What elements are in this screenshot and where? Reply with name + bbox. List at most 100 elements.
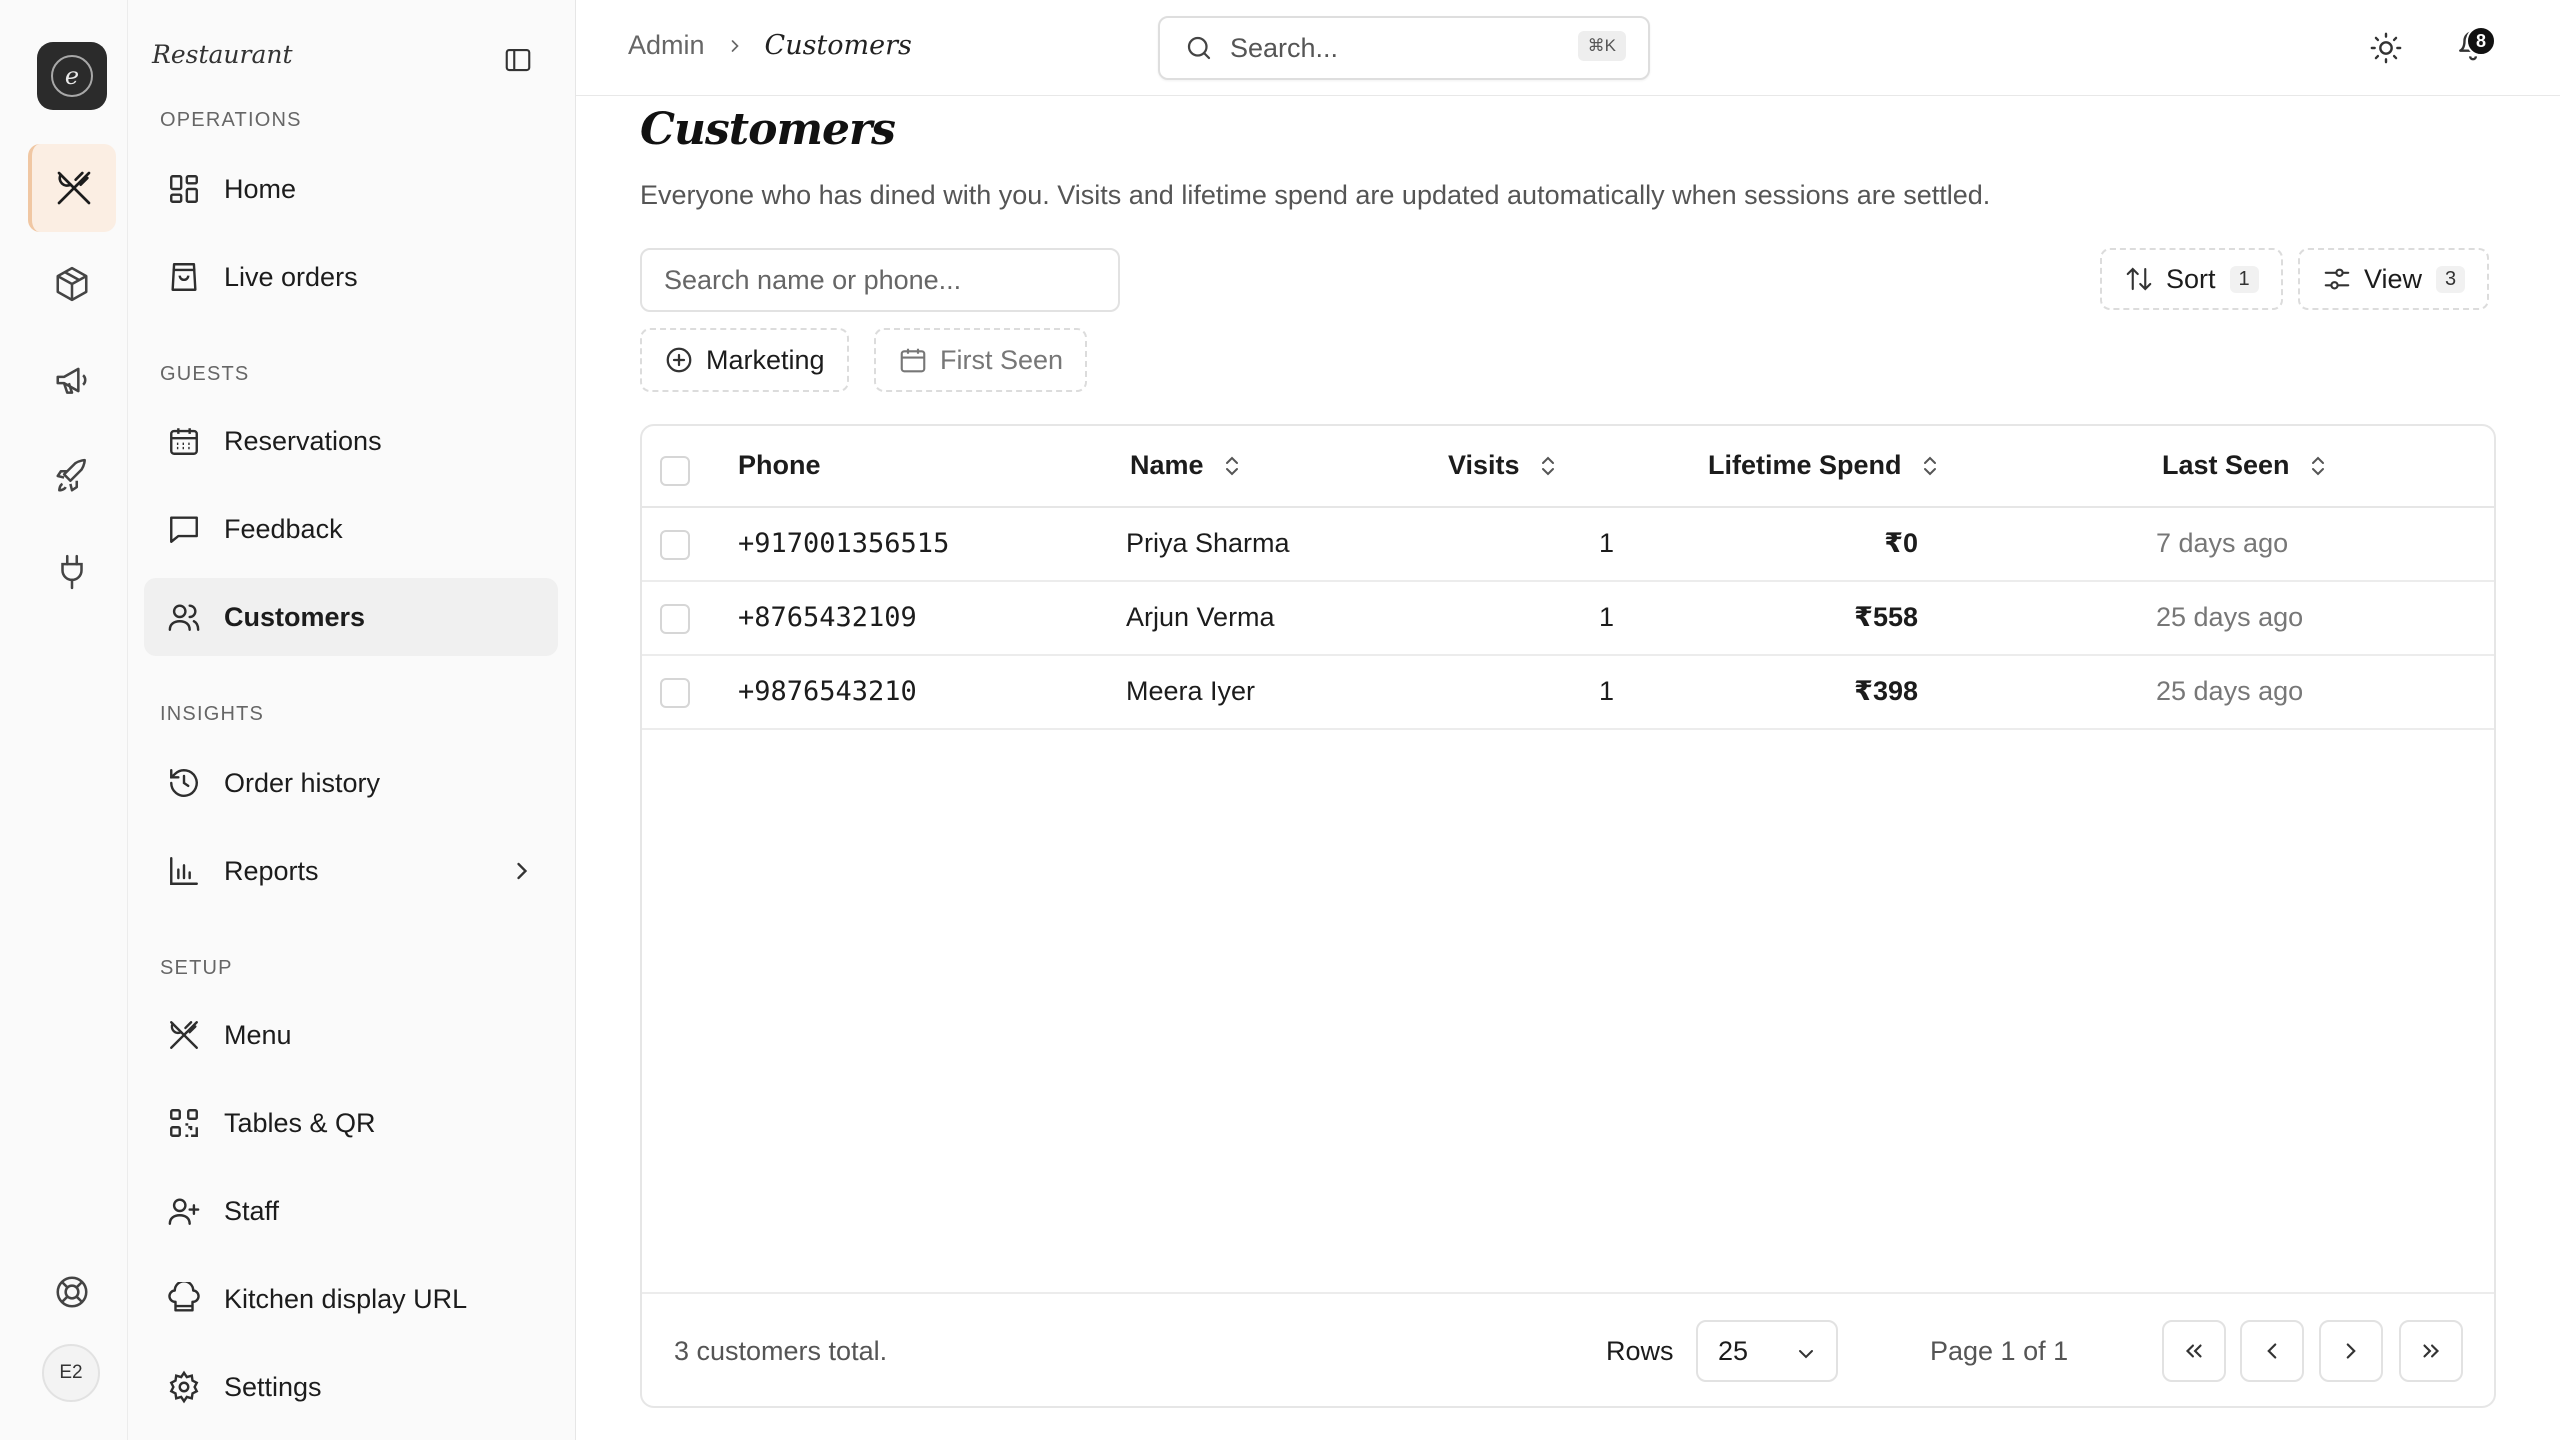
row-checkbox[interactable] [660,678,690,708]
name-cell: Priya Sharma [1126,528,1290,558]
search-icon [1184,33,1214,63]
sidebar-item-reports[interactable]: Reports [144,832,558,910]
sidebar-item-label: Staff [224,1195,280,1226]
rail-help-button[interactable] [28,1248,116,1336]
rows-per-page-select[interactable]: 25 [1696,1320,1838,1382]
first-seen-filter-chip[interactable]: First Seen [874,328,1088,392]
chevron-right-icon [2338,1338,2364,1364]
sidebar-item-menu[interactable]: Menu [144,996,558,1074]
column-header-name[interactable]: Name [1130,450,1244,481]
chevron-down-icon [1794,1342,1818,1366]
keyboard-shortcut-badge: ⌘K [1577,31,1626,61]
select-all-checkbox[interactable] [660,456,690,486]
sidebar-item-label: Menu [224,1019,292,1050]
breadcrumb-current: Customers [764,30,912,61]
utensils-crossed-icon [166,1017,202,1053]
last-page-button[interactable] [2399,1320,2463,1382]
section-guests: GUESTS [160,363,250,385]
customers-table: Phone Name Visits Lifetime Spend Last Se… [640,424,2496,1408]
last-seen-cell: 25 days ago [2156,676,2304,706]
view-label: View [2364,263,2423,294]
sort-count-badge: 1 [2229,265,2259,293]
lifetime-spend-cell: ₹398 [1854,676,1918,706]
section-setup: SETUP [160,957,233,979]
rail-megaphone-button[interactable] [28,336,116,424]
theme-toggle-button[interactable] [2366,28,2406,68]
phone-cell: +9876543210 [738,676,917,707]
rail-box-button[interactable] [28,240,116,328]
customer-search-input[interactable]: Search name or phone... [640,248,1120,312]
sidebar-toggle-button[interactable] [500,42,536,78]
sort-button[interactable]: Sort 1 [2100,248,2283,310]
rows-per-page-label: Rows [1606,1336,1674,1366]
global-search-input[interactable]: Search... ⌘K [1158,16,1650,80]
calendar-icon [898,345,928,375]
view-button[interactable]: View 3 [2298,248,2490,310]
page-description: Everyone who has dined with you. Visits … [640,180,1991,210]
sidebar-item-reservations[interactable]: Reservations [144,402,558,480]
sidebar-item-label: Tables & QR [224,1107,376,1138]
logo-mark: e [51,55,93,97]
chevrons-up-down-icon [1220,454,1244,478]
marketing-filter-label: Marketing [706,344,825,375]
sidebar-item-home[interactable]: Home [144,150,558,228]
column-header-lifetime-spend[interactable]: Lifetime Spend [1708,450,1942,481]
column-header-last-seen[interactable]: Last Seen [2162,450,2330,481]
sidebar-item-feedback[interactable]: Feedback [144,490,558,568]
sidebar-item-label: Settings [224,1371,322,1402]
user-plus-icon [166,1193,202,1229]
sidebar-item-label: Reservations [224,425,382,456]
sidebar-item-staff[interactable]: Staff [144,1172,558,1250]
first-page-button[interactable] [2162,1320,2226,1382]
visits-cell: 1 [1598,528,1614,558]
app-logo[interactable]: e [37,42,107,110]
sliders-icon [2322,264,2352,294]
sidebar-item-kitchen-display[interactable]: Kitchen display URL [144,1260,558,1338]
lifetime-spend-cell: ₹558 [1854,602,1918,632]
breadcrumb: Admin Customers [628,30,912,61]
chevron-left-icon [2259,1338,2285,1364]
next-page-button[interactable] [2319,1320,2383,1382]
last-seen-cell: 25 days ago [2156,602,2304,632]
top-bar: Admin Customers Search... ⌘K 8 [576,0,2560,96]
sidebar-item-label: Customers [224,601,366,632]
previous-page-button[interactable] [2240,1320,2304,1382]
phone-cell: +917001356515 [738,528,950,559]
table-row[interactable]: +8765432109 Arjun Verma 1 ₹558 25 days a… [642,582,2494,656]
table-row[interactable]: +917001356515 Priya Sharma 1 ₹0 7 days a… [642,508,2494,582]
rail-utensils-button[interactable] [28,144,116,232]
column-header-visits[interactable]: Visits [1448,450,1560,481]
breadcrumb-root-link[interactable]: Admin [628,30,705,61]
app-rail: e E2 [0,0,128,1440]
sidebar-item-label: Live orders [224,261,358,292]
rail-plug-button[interactable] [28,528,116,616]
chevrons-right-icon [2418,1338,2444,1364]
sidebar-item-order-history[interactable]: Order history [144,744,558,822]
column-header-label: Last Seen [2162,450,2290,480]
sidebar-item-label: Reports [224,855,319,886]
sidebar-item-tables-qr[interactable]: Tables & QR [144,1084,558,1162]
shopping-bag-icon [166,259,202,295]
sidebar-item-customers[interactable]: Customers [144,578,558,656]
name-cell: Meera Iyer [1126,676,1256,706]
table-row[interactable]: +9876543210 Meera Iyer 1 ₹398 25 days ag… [642,656,2494,730]
sidebar-item-live-orders[interactable]: Live orders [144,238,558,316]
sidebar-item-label: Order history [224,767,381,798]
row-checkbox[interactable] [660,530,690,560]
sidebar-item-label: Home [224,173,297,204]
row-checkbox[interactable] [660,604,690,634]
bar-chart-icon [166,853,202,889]
sidebar-item-settings[interactable]: Settings [144,1348,558,1426]
column-header-phone: Phone [738,450,821,481]
customer-search-placeholder: Search name or phone... [664,264,962,295]
message-square-icon [166,511,202,547]
phone-cell: +8765432109 [738,602,917,633]
marketing-filter-chip[interactable]: Marketing [640,328,849,392]
sidebar-toggle-icon [503,45,533,75]
plus-circle-icon [664,345,694,375]
brand-name: Restaurant [152,40,293,69]
sort-label: Sort [2166,263,2216,294]
rail-rocket-button[interactable] [28,432,116,520]
user-avatar[interactable]: E2 [42,1344,100,1402]
chevrons-up-down-icon [1918,454,1942,478]
